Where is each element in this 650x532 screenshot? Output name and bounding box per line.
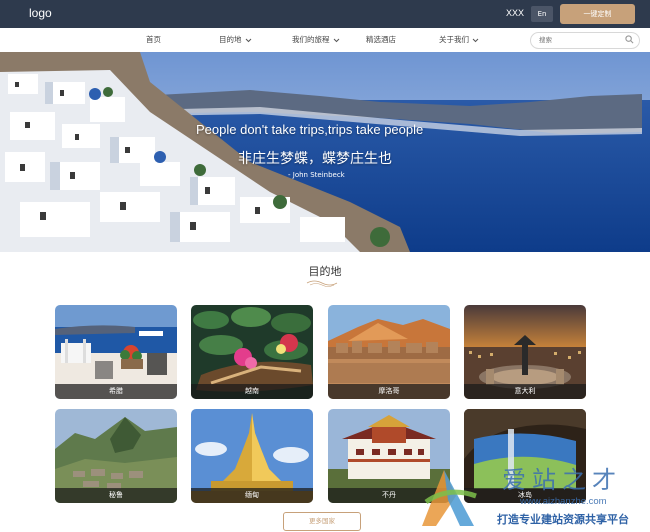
card-caption: 摩洛哥 <box>328 384 450 399</box>
watermark-text: 爱站之才 <box>502 466 622 494</box>
search-icon[interactable] <box>625 35 634 44</box>
card-caption: 秘鲁 <box>55 488 177 503</box>
destination-card-peru[interactable]: 秘鲁 <box>55 409 177 503</box>
destination-card-greece[interactable]: 希腊 <box>55 305 177 399</box>
card-caption: 缅甸 <box>191 488 313 503</box>
chevron-down-icon <box>333 38 339 42</box>
nav-item-journeys[interactable]: 我们的旅程 <box>292 28 340 52</box>
watermark-url: www.aizhanzhe.com <box>520 496 607 507</box>
nav-item-home[interactable]: 首页 <box>146 28 161 52</box>
destination-card-morocco[interactable]: 摩洛哥 <box>328 305 450 399</box>
site-logo[interactable]: logo <box>29 6 52 20</box>
title-ornament-icon <box>306 280 338 287</box>
chevron-down-icon <box>472 38 479 42</box>
search-box <box>530 32 640 49</box>
hero-banner: People don't take trips,trips take peopl… <box>0 52 650 252</box>
hero-quote-cn: 非庄生梦蝶，蝶梦庄生也 <box>238 151 392 167</box>
language-toggle[interactable]: En <box>531 6 553 22</box>
destination-card-vietnam[interactable]: 越南 <box>191 305 313 399</box>
custom-trip-button[interactable]: 一键定制 <box>560 4 635 24</box>
chevron-down-icon <box>245 38 251 42</box>
nav-item-hotels[interactable]: 精选酒店 <box>366 28 396 52</box>
hero-author: - John Steinbeck <box>288 171 345 179</box>
destination-card-myanmar[interactable]: 缅甸 <box>191 409 313 503</box>
card-caption: 意大利 <box>464 384 586 399</box>
watermark-slogan: 打造专业建站资源共享平台 <box>497 513 629 526</box>
more-countries-button[interactable]: 更多国家 <box>283 512 361 531</box>
card-caption: 希腊 <box>55 384 177 399</box>
nav-item-about[interactable]: 关于我们 <box>439 28 479 52</box>
user-name[interactable]: XXX <box>506 8 524 18</box>
search-input[interactable] <box>539 34 621 46</box>
hero-quote-en: People don't take trips,trips take peopl… <box>196 122 424 137</box>
nav-item-destinations[interactable]: 目的地 <box>219 28 252 52</box>
destination-card-italy[interactable]: 意大利 <box>464 305 586 399</box>
section-title-destinations: 目的地 <box>308 265 342 278</box>
card-caption: 越南 <box>191 384 313 399</box>
